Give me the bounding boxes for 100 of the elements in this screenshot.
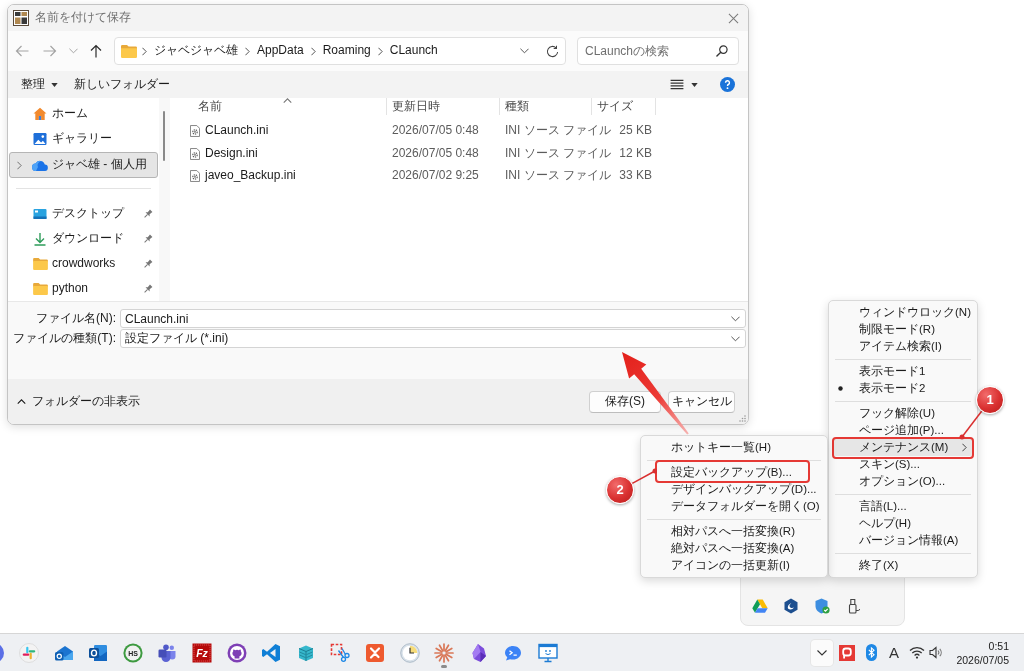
menu-item[interactable]: データフォルダーを開く(O) [645, 498, 823, 515]
nav-item[interactable]: crowdworks [9, 251, 158, 276]
file-size: 25 KB [619, 123, 652, 140]
menu-item[interactable]: 終了(X) [833, 557, 973, 574]
clock-icon[interactable] [399, 642, 420, 663]
chevron-down-icon[interactable] [520, 48, 529, 54]
menu-item[interactable]: 絶対パスへ一括変換(A) [645, 540, 823, 557]
cat-logo-icon[interactable] [226, 642, 247, 663]
menu-item[interactable]: 表示モード1 [833, 363, 973, 380]
search-field[interactable]: CLaunchの検索 [577, 37, 739, 65]
help-icon[interactable] [720, 77, 735, 92]
menu-item[interactable]: 表示モード2 [833, 380, 973, 397]
column-header[interactable]: 名前 [170, 98, 387, 115]
new-folder-button[interactable]: 新しいフォルダー [74, 76, 170, 93]
chevron-up-icon [17, 399, 26, 404]
chevron-right-icon[interactable] [310, 46, 316, 56]
hash-logo-icon[interactable] [19, 642, 39, 663]
menu-item[interactable]: スキン(S)... [833, 456, 973, 473]
menu-item[interactable]: オプション(O)... [833, 473, 973, 490]
nav-item[interactable]: デスクトップ [9, 201, 158, 226]
hexagon-icon[interactable] [783, 598, 799, 614]
save-button[interactable]: 保存(S) [589, 390, 661, 413]
caret-down-icon[interactable] [691, 82, 698, 87]
scissors-icon[interactable] [330, 642, 351, 663]
nav-item[interactable]: ホーム [9, 101, 158, 126]
chevron-right-icon[interactable] [245, 46, 250, 56]
list-view-icon[interactable] [670, 79, 684, 90]
chevron-right-icon[interactable] [377, 46, 383, 56]
pin-icon[interactable] [143, 208, 153, 219]
up-arrow-icon[interactable] [89, 44, 103, 58]
triangle-logo-icon[interactable] [752, 598, 768, 614]
file-name[interactable]: Design.ini [205, 145, 258, 162]
menu-item[interactable]: ページ追加(P)... [833, 422, 973, 439]
folder-icon [121, 44, 137, 58]
field-label: ファイル名(N): [36, 310, 116, 327]
speaker-icon[interactable] [929, 646, 943, 659]
callout-line [630, 468, 657, 485]
breadcrumb-item[interactable]: Roaming [322, 43, 371, 59]
chevron-right-icon[interactable] [16, 160, 22, 170]
cloud-icon [32, 159, 48, 171]
file-name[interactable]: CLaunch.ini [205, 123, 269, 140]
column-header[interactable]: 更新日時 [387, 98, 500, 115]
menu-item[interactable]: 制限モード(R) [833, 321, 973, 338]
hide-folders-button[interactable]: フォルダーの非表示 [17, 393, 140, 410]
menu-item[interactable]: 設定バックアップ(B)... [645, 464, 823, 481]
menu-item[interactable]: 言語(L)... [833, 498, 973, 515]
input-mode-indicator[interactable]: A [889, 645, 899, 660]
file-name[interactable]: javeo_Backup.ini [205, 168, 296, 185]
envelope-icon[interactable] [88, 642, 109, 663]
caret-down-icon [51, 82, 58, 87]
shield-check-icon[interactable] [814, 598, 830, 614]
menu-item[interactable]: 相対パスへ一括変換(R) [645, 523, 823, 540]
nav-item[interactable]: ダウンロード [9, 226, 158, 251]
wifi-icon[interactable] [909, 646, 925, 659]
menu-item[interactable]: アイテム検索(I) [833, 338, 973, 355]
menu-item[interactable]: フック解除(U) [833, 405, 973, 422]
close-icon[interactable] [728, 12, 739, 24]
people-icon[interactable] [157, 642, 178, 663]
search-icon[interactable] [716, 45, 728, 57]
monitor-icon[interactable] [537, 642, 558, 663]
letter-tile-icon[interactable]: Fz [191, 642, 212, 663]
resize-grip-icon[interactable] [739, 415, 746, 422]
menu-item[interactable]: ウィンドウロック(N) [833, 304, 973, 321]
menu-item[interactable]: バージョン情報(A) [833, 532, 973, 549]
cancel-button[interactable]: キャンセル [668, 390, 735, 413]
clock-date[interactable]: 2026/07/05 [956, 652, 1009, 667]
clock-time[interactable]: 0:51 [988, 638, 1009, 653]
menu-item[interactable]: メンテナンス(M) [833, 439, 973, 456]
nav-item[interactable]: ギャラリー [9, 126, 158, 151]
number-callout: 1 [976, 386, 1004, 414]
starburst-icon[interactable] [434, 642, 455, 663]
menu-item[interactable]: ヘルプ(H) [833, 515, 973, 532]
chevron-down-icon [817, 649, 827, 656]
pin-icon[interactable] [143, 258, 153, 269]
tray-overflow-button[interactable] [811, 639, 833, 666]
nav-item[interactable]: ジャベ雄 - 個人用 [9, 152, 158, 178]
menu-item[interactable]: ホットキー一覧(H) [645, 439, 823, 456]
pin-icon[interactable] [143, 283, 153, 294]
breadcrumb-item[interactable]: CLaunch [389, 43, 438, 59]
chevron-down-icon[interactable] [731, 315, 740, 322]
refresh-icon[interactable] [546, 44, 559, 58]
breadcrumb-item[interactable]: ジャベジャベ雄 [154, 43, 238, 59]
pin-icon[interactable] [143, 233, 153, 244]
tile-icon[interactable] [839, 644, 855, 661]
ribbon-logo-icon[interactable] [261, 642, 282, 663]
nav-item[interactable]: python [9, 276, 158, 301]
menu-item[interactable]: アイコンの一括更新(I) [645, 557, 823, 574]
app-tile-icon[interactable] [364, 642, 385, 663]
menu-item[interactable]: デザインバックアップ(D)... [645, 481, 823, 498]
file-type-dropdown[interactable]: 設定ファイル (*.ini) [120, 329, 746, 348]
column-header[interactable]: サイズ [592, 98, 656, 115]
bluetooth-icon[interactable] [866, 644, 877, 661]
modified-date: 2026/07/02 9:25 [392, 168, 479, 185]
address-bar[interactable]: ジャベジャベ雄 AppData Roaming CLaunch [114, 37, 566, 65]
organize-button[interactable]: 整理 [21, 76, 58, 93]
scroll-thumb[interactable] [163, 111, 165, 161]
chevron-right-icon[interactable] [142, 46, 147, 56]
column-header[interactable]: 種類 [500, 98, 592, 115]
breadcrumb-item[interactable]: AppData [257, 43, 304, 59]
file-name-field[interactable]: CLaunch.ini [120, 309, 746, 328]
